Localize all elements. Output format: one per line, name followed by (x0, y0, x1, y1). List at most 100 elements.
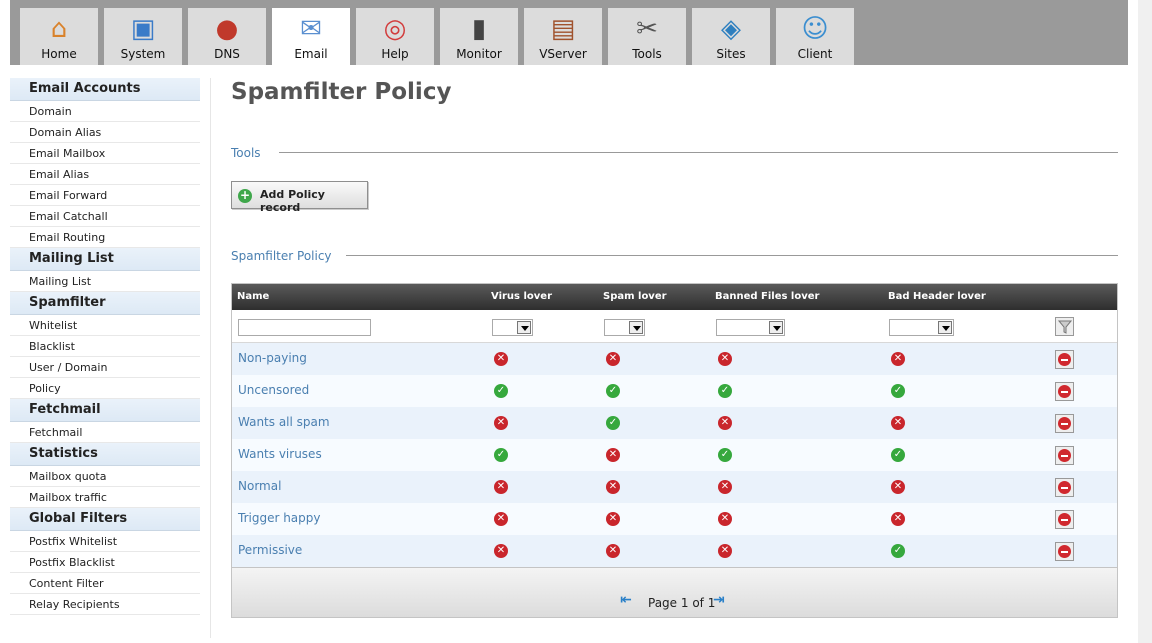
column-header-spam-lover[interactable]: Spam lover (603, 291, 667, 302)
cross-icon: ✕ (494, 544, 508, 558)
sidebar-item-email-mailbox[interactable]: Email Mailbox (10, 143, 200, 164)
funnel-icon (1058, 320, 1072, 334)
check-icon: ✓ (891, 384, 905, 398)
plus-icon: + (238, 188, 252, 203)
tab-label: Sites (716, 47, 746, 61)
last-page-icon[interactable]: ⇥ (713, 593, 729, 607)
policy-section-label: Spamfilter Policy (231, 249, 346, 263)
spam-lover-filter-select[interactable] (604, 319, 645, 336)
column-header-bad-header-lover[interactable]: Bad Header lover (888, 291, 986, 302)
sidebar-item-postfix-blacklist[interactable]: Postfix Blacklist (10, 552, 200, 573)
tab-sites[interactable]: ◈ Sites (692, 8, 770, 65)
policy-name-link[interactable]: Wants viruses (238, 447, 322, 461)
tab-tools[interactable]: ✂ Tools (608, 8, 686, 65)
filter-row (232, 310, 1117, 343)
add-policy-record-button[interactable]: + Add Policy record (231, 181, 368, 214)
delete-icon[interactable] (1055, 510, 1074, 529)
table-row: Normal ✕ ✕ ✕ ✕ (232, 471, 1117, 503)
delete-icon[interactable] (1055, 414, 1074, 433)
envelope-icon: ✉ (300, 14, 322, 44)
tab-home[interactable]: ⌂ Home (20, 8, 98, 65)
tab-vserver[interactable]: ▤ VServer (524, 8, 602, 65)
check-icon: ✓ (718, 384, 732, 398)
policy-name-link[interactable]: Trigger happy (238, 511, 321, 525)
tab-label: Monitor (456, 47, 502, 61)
sidebar-item-relay-recipients[interactable]: Relay Recipients (10, 594, 200, 615)
check-icon: ✓ (718, 448, 732, 462)
cross-icon: ✕ (891, 352, 905, 366)
sidebar-item-policy[interactable]: Policy (10, 378, 200, 399)
sidebar-item-whitelist[interactable]: Whitelist (10, 315, 200, 336)
traffic-light-icon: ▮ (471, 14, 487, 44)
cross-icon: ✕ (718, 480, 732, 494)
sidebar-item-email-catchall[interactable]: Email Catchall (10, 206, 200, 227)
sidebar-item-mailing-list[interactable]: Mailing List (10, 271, 200, 292)
tab-monitor[interactable]: ▮ Monitor (440, 8, 518, 65)
banned-files-lover-filter-select[interactable] (716, 319, 785, 336)
cabinet-icon: ▤ (550, 14, 576, 44)
sidebar-item-mailbox-quota[interactable]: Mailbox quota (10, 466, 200, 487)
policy-name-link[interactable]: Wants all spam (238, 415, 330, 429)
sidebar-item-mailbox-traffic[interactable]: Mailbox traffic (10, 487, 200, 508)
column-header-banned-files-lover[interactable]: Banned Files lover (715, 291, 819, 302)
table-row: Wants viruses ✓ ✕ ✓ ✓ (232, 439, 1117, 471)
policy-name-link[interactable]: Permissive (238, 543, 302, 557)
cross-icon: ✕ (606, 352, 620, 366)
sidebar-item-user-domain[interactable]: User / Domain (10, 357, 200, 378)
table-row: Permissive ✕ ✕ ✕ ✓ (232, 535, 1117, 567)
lifebuoy-icon: ◎ (383, 14, 407, 44)
sidebar-item-email-forward[interactable]: Email Forward (10, 185, 200, 206)
column-header-virus-lover[interactable]: Virus lover (491, 291, 552, 302)
computer-icon: ▣ (130, 14, 156, 44)
cross-icon: ✕ (891, 512, 905, 526)
cross-icon: ✕ (494, 512, 508, 526)
policy-name-link[interactable]: Normal (238, 479, 281, 493)
chevron-down-icon (769, 321, 783, 334)
sidebar-group-spamfilter: Spamfilter (10, 292, 200, 315)
delete-icon[interactable] (1055, 478, 1074, 497)
sidebar-item-email-alias[interactable]: Email Alias (10, 164, 200, 185)
column-header-name[interactable]: Name (237, 291, 269, 302)
cross-icon: ✕ (606, 544, 620, 558)
sidebar-group-statistics: Statistics (10, 443, 200, 466)
sidebar-item-fetchmail[interactable]: Fetchmail (10, 422, 200, 443)
bad-header-lover-filter-select[interactable] (889, 319, 954, 336)
check-icon: ✓ (891, 544, 905, 558)
tab-label: Help (381, 47, 409, 61)
sidebar-item-postfix-whitelist[interactable]: Postfix Whitelist (10, 531, 200, 552)
table-row: Trigger happy ✕ ✕ ✕ ✕ (232, 503, 1117, 535)
tab-system[interactable]: ▣ System (104, 8, 182, 65)
sidebar-item-blacklist[interactable]: Blacklist (10, 336, 200, 357)
table-row: Uncensored ✓ ✓ ✓ ✓ (232, 375, 1117, 407)
tools-divider (279, 152, 1118, 153)
sidebar-item-content-filter[interactable]: Content Filter (10, 573, 200, 594)
tab-email[interactable]: ✉ Email (272, 8, 350, 65)
delete-icon[interactable] (1055, 382, 1074, 401)
tab-label: System (120, 47, 166, 61)
chevron-down-icon (629, 321, 643, 334)
policy-name-link[interactable]: Non-paying (238, 351, 307, 365)
name-filter-input[interactable] (238, 319, 371, 336)
delete-icon[interactable] (1055, 446, 1074, 465)
virus-lover-filter-select[interactable] (492, 319, 533, 336)
sites-icon: ◈ (721, 14, 741, 44)
sidebar-item-domain[interactable]: Domain (10, 101, 200, 122)
scrollbar-gutter (1138, 0, 1152, 643)
sidebar-item-domain-alias[interactable]: Domain Alias (10, 122, 200, 143)
cross-icon: ✕ (718, 352, 732, 366)
tab-help[interactable]: ◎ Help (356, 8, 434, 65)
cross-icon: ✕ (718, 544, 732, 558)
dns-icon: ● (215, 14, 239, 44)
tab-dns[interactable]: ● DNS (188, 8, 266, 65)
delete-icon[interactable] (1055, 542, 1074, 561)
cross-icon: ✕ (494, 352, 508, 366)
tab-client[interactable]: ☺ Client (776, 8, 854, 65)
delete-icon[interactable] (1055, 350, 1074, 369)
policy-name-link[interactable]: Uncensored (238, 383, 309, 397)
filter-button[interactable] (1055, 317, 1074, 336)
sidebar-item-email-routing[interactable]: Email Routing (10, 227, 200, 248)
first-page-icon[interactable]: ⇤ (620, 593, 636, 607)
tab-label: Home (41, 47, 77, 61)
table-row: Non-paying ✕ ✕ ✕ ✕ (232, 343, 1117, 375)
cross-icon: ✕ (891, 416, 905, 430)
